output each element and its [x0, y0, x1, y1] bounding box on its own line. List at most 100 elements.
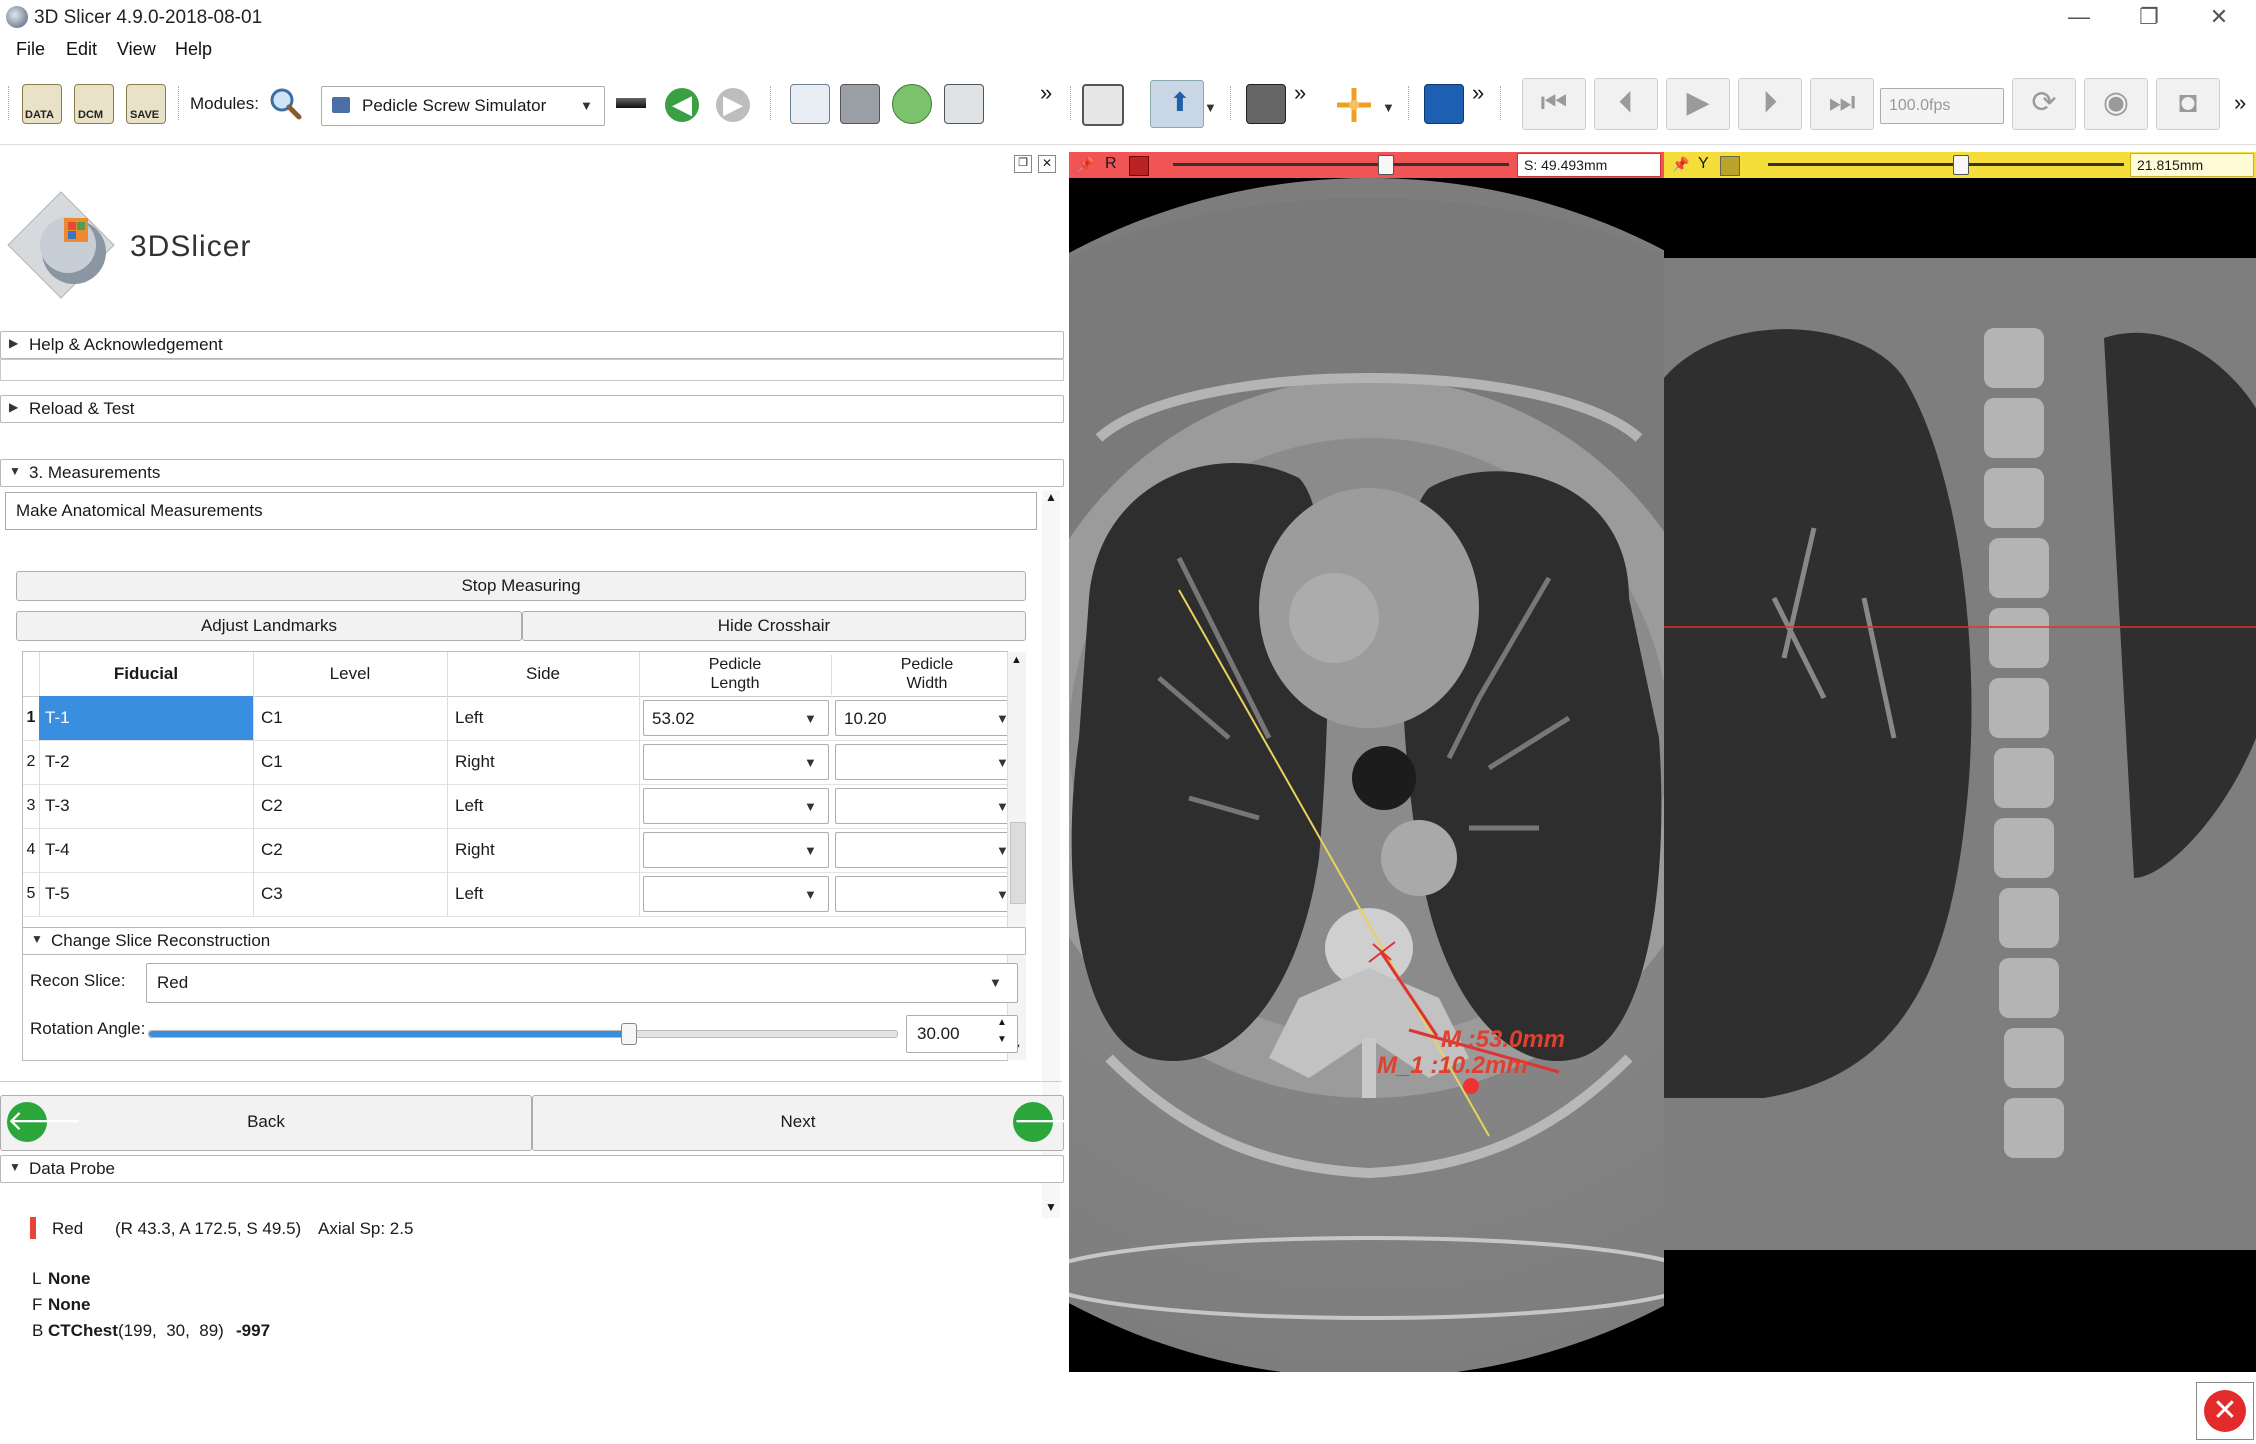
- pedicle-width-dropdown[interactable]: ▼: [835, 876, 1021, 912]
- forward-module-icon[interactable]: ▶: [716, 88, 750, 122]
- hide-crosshair-button[interactable]: Hide Crosshair: [522, 611, 1026, 641]
- scroll-thumb[interactable]: [1010, 822, 1026, 904]
- next-frame-button[interactable]: ⏵: [1738, 78, 1802, 130]
- table-row[interactable]: 3 T-3 C2 Left ▼ ▼: [23, 784, 1021, 829]
- recon-slice-dropdown[interactable]: Red ▼: [146, 963, 1018, 1003]
- previous-frame-button[interactable]: ⏴: [1594, 78, 1658, 130]
- pedicle-width-dropdown[interactable]: ▼: [835, 832, 1021, 868]
- level-cell[interactable]: C1: [253, 740, 448, 784]
- close-panel-icon[interactable]: ✕: [1038, 155, 1056, 173]
- record-button[interactable]: ◉: [2084, 78, 2148, 130]
- pedicle-length-dropdown[interactable]: 53.02 ▼: [643, 700, 829, 736]
- fiducial-cell[interactable]: T-2: [39, 740, 254, 784]
- pedicle-length-dropdown[interactable]: ▼: [643, 832, 829, 868]
- yellow-offset-field[interactable]: 21.815mm: [2130, 153, 2254, 177]
- table-row[interactable]: 2 T-2 C1 Right ▼ ▼: [23, 740, 1021, 785]
- stop-measuring-button[interactable]: Stop Measuring: [16, 571, 1026, 601]
- more-icon[interactable]: »: [2234, 90, 2246, 116]
- scroll-down-icon[interactable]: ▼: [1045, 1200, 1057, 1214]
- view-layout-strip-icon[interactable]: [616, 98, 646, 108]
- fps-spinbox[interactable]: 100.0fps: [1880, 88, 2004, 124]
- close-window-button[interactable]: ✕: [2184, 0, 2254, 36]
- models-module-icon[interactable]: [892, 84, 932, 124]
- header-side[interactable]: Side: [447, 652, 640, 696]
- side-cell[interactable]: Left: [447, 696, 640, 740]
- chevron-down-icon[interactable]: ▼: [1382, 100, 1395, 115]
- table-row[interactable]: 5 T-5 C3 Left ▼ ▼: [23, 872, 1021, 917]
- minimize-button[interactable]: —: [2044, 0, 2114, 36]
- pedicle-width-dropdown[interactable]: 10.20 ▼: [835, 700, 1021, 736]
- spin-down-icon[interactable]: ▼: [997, 1034, 1007, 1045]
- spin-up-icon[interactable]: ▲: [997, 1017, 1007, 1028]
- back-button[interactable]: 🡐 Back: [0, 1095, 532, 1151]
- pedicle-length-dropdown[interactable]: ▼: [643, 876, 829, 912]
- last-frame-button[interactable]: ⏭: [1810, 78, 1874, 130]
- data-probe-section[interactable]: ▼ Data Probe: [0, 1155, 1064, 1183]
- fiducial-cell[interactable]: T-1: [39, 696, 254, 740]
- fiducial-cell[interactable]: T-3: [39, 784, 254, 828]
- dicom-icon[interactable]: DCM: [74, 84, 114, 124]
- undock-icon[interactable]: ❐: [1014, 155, 1032, 173]
- yellow-offset-slider[interactable]: [1768, 155, 2124, 175]
- reload-test-section[interactable]: ▶ Reload & Test: [0, 395, 1064, 423]
- side-cell[interactable]: Right: [447, 740, 640, 784]
- side-cell[interactable]: Right: [447, 828, 640, 872]
- measurements-section[interactable]: ▼ 3. Measurements: [0, 459, 1064, 487]
- menu-view[interactable]: View: [117, 39, 156, 60]
- menu-edit[interactable]: Edit: [66, 39, 97, 60]
- pedicle-width-dropdown[interactable]: ▼: [835, 744, 1021, 780]
- pin-icon[interactable]: 📌: [1672, 156, 1689, 173]
- side-cell[interactable]: Left: [447, 872, 640, 916]
- scroll-up-icon[interactable]: ▲: [1011, 654, 1022, 666]
- extension-manager-icon[interactable]: [1424, 84, 1464, 124]
- loop-button[interactable]: ⟳: [2012, 78, 2076, 130]
- first-frame-button[interactable]: ⏮: [1522, 78, 1586, 130]
- fiducial-cell[interactable]: T-4: [39, 828, 254, 872]
- menu-file[interactable]: File: [16, 39, 45, 60]
- chevron-down-icon[interactable]: ▼: [1204, 100, 1217, 115]
- next-button[interactable]: Next 🡒: [532, 1095, 1088, 1151]
- link-toggle-icon[interactable]: [1129, 156, 1149, 176]
- pedicle-length-dropdown[interactable]: ▼: [643, 744, 829, 780]
- module-selector[interactable]: Pedicle Screw Simulator ▼: [321, 86, 605, 126]
- red-slice-view[interactable]: M :53.0mm M_1 :10.2mm: [1069, 178, 1664, 1372]
- screenshot-icon[interactable]: [1246, 84, 1286, 124]
- change-slice-reconstruction-section[interactable]: ▼ Change Slice Reconstruction: [22, 927, 1026, 955]
- red-slider-handle[interactable]: [1377, 155, 1394, 175]
- mouse-mode-icon[interactable]: ⬆: [1150, 80, 1204, 128]
- save-icon[interactable]: SAVE: [126, 84, 166, 124]
- red-offset-field[interactable]: S: 49.493mm: [1517, 153, 1661, 177]
- transforms-module-icon[interactable]: [944, 84, 984, 124]
- play-button[interactable]: ▶: [1666, 78, 1730, 130]
- link-toggle-icon[interactable]: [1720, 156, 1740, 176]
- back-module-icon[interactable]: ◀: [665, 88, 699, 122]
- rotation-angle-spinbox[interactable]: 30.00 ▲ ▼: [906, 1015, 1018, 1053]
- level-cell[interactable]: C2: [253, 784, 448, 828]
- restore-button[interactable]: ❐: [2114, 0, 2184, 36]
- data-module-icon[interactable]: [790, 84, 830, 124]
- menu-help[interactable]: Help: [175, 39, 212, 60]
- more-icon[interactable]: »: [1040, 80, 1052, 106]
- scroll-up-icon[interactable]: ▲: [1045, 490, 1057, 504]
- header-pedicle-length[interactable]: Pedicle Length: [639, 655, 832, 695]
- adjust-landmarks-button[interactable]: Adjust Landmarks: [16, 611, 522, 641]
- snapshot-button[interactable]: ◘: [2156, 78, 2220, 130]
- fiducial-cell[interactable]: T-5: [39, 872, 254, 916]
- module-search-icon[interactable]: [268, 86, 302, 120]
- error-log-button[interactable]: ✕: [2196, 1382, 2254, 1440]
- yellow-slider-handle[interactable]: [1953, 155, 1970, 175]
- red-offset-slider[interactable]: [1173, 155, 1509, 175]
- pedicle-length-dropdown[interactable]: ▼: [643, 788, 829, 824]
- yellow-slice-view[interactable]: [1664, 178, 2256, 1372]
- level-cell[interactable]: C1: [253, 696, 448, 740]
- side-cell[interactable]: Left: [447, 784, 640, 828]
- table-row[interactable]: 1 T-1 C1 Left 53.02 ▼ 10.20 ▼: [23, 696, 1021, 741]
- level-cell[interactable]: C3: [253, 872, 448, 916]
- header-fiducial[interactable]: Fiducial: [39, 652, 254, 696]
- pedicle-width-dropdown[interactable]: ▼: [835, 788, 1021, 824]
- crosshair-icon[interactable]: [1335, 86, 1373, 124]
- header-pedicle-width[interactable]: Pedicle Width: [831, 655, 1023, 695]
- layout-icon[interactable]: [1082, 84, 1124, 126]
- level-cell[interactable]: C2: [253, 828, 448, 872]
- more-icon[interactable]: »: [1294, 80, 1306, 106]
